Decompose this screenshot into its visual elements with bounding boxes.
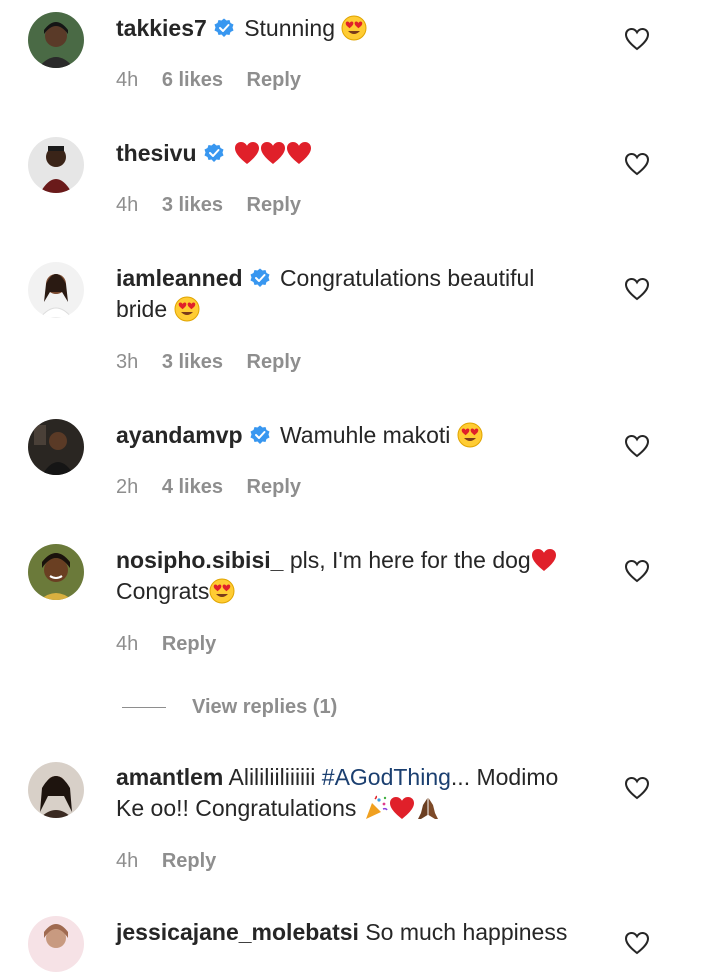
comment-time: 4h: [116, 69, 139, 91]
comment-username[interactable]: nosipho.sibisi_: [116, 547, 283, 573]
comment-body: thesivu: [116, 138, 586, 169]
avatar[interactable]: [28, 544, 84, 600]
comment-username[interactable]: takkies7: [116, 15, 207, 41]
red-heart-emoji-icon: [531, 547, 557, 573]
like-heart-icon[interactable]: [624, 559, 650, 583]
comment-username[interactable]: thesivu: [116, 140, 197, 166]
like-heart-icon[interactable]: [624, 277, 650, 301]
verified-badge-icon: [250, 268, 270, 288]
reply-button[interactable]: Reply: [162, 633, 216, 655]
view-replies-button[interactable]: View replies (1): [122, 694, 337, 720]
red-heart-emoji-icon: [234, 140, 260, 166]
comment-likes[interactable]: 4 likes: [162, 476, 223, 498]
reply-button[interactable]: Reply: [247, 351, 301, 373]
red-heart-emoji-icon: [260, 140, 286, 166]
heart-eyes-emoji-icon: [341, 15, 367, 41]
avatar[interactable]: [28, 762, 84, 818]
comment-body: takkies7 Stunning: [116, 13, 586, 44]
comment-meta: 4h Reply: [116, 849, 234, 873]
like-heart-icon[interactable]: [624, 931, 650, 955]
comment-meta: 4h 3 likes Reply: [116, 193, 319, 217]
comment-time: 3h: [116, 351, 139, 373]
comment-text-line2: Ke oo!! Congratulations: [116, 795, 357, 821]
comment-meta: 4h Reply: [116, 632, 234, 656]
avatar[interactable]: [28, 262, 84, 318]
comment-likes[interactable]: 3 likes: [162, 351, 223, 373]
comment-time: 4h: [116, 194, 139, 216]
comment-username[interactable]: ayandamvp: [116, 422, 243, 448]
comment-time: 4h: [116, 633, 139, 655]
comment-username[interactable]: jessicajane_molebatsi: [116, 919, 359, 945]
reply-button[interactable]: Reply: [247, 476, 301, 498]
verified-badge-icon: [214, 18, 234, 38]
heart-eyes-emoji-icon: [174, 296, 200, 322]
comment-text-line2: bride: [116, 296, 168, 322]
comment-text: Stunning: [244, 15, 336, 41]
like-heart-icon[interactable]: [624, 152, 650, 176]
heart-eyes-emoji-icon: [209, 578, 235, 604]
red-heart-emoji-icon: [286, 140, 312, 166]
hashtag-link[interactable]: #AGodThing: [322, 764, 451, 790]
comment-body: ayandamvp Wamuhle makoti: [116, 420, 586, 451]
red-heart-emoji-icon: [389, 795, 415, 821]
view-replies-divider: [122, 707, 166, 709]
comment-text: So much happiness: [365, 919, 568, 945]
avatar[interactable]: [28, 12, 84, 68]
comment-body: jessicajane_molebatsi So much happiness: [116, 917, 586, 948]
comment-body: nosipho.sibisi_ pls, I'm here for the do…: [116, 545, 586, 607]
comment-meta: 4h 6 likes Reply: [116, 68, 319, 92]
avatar[interactable]: [28, 137, 84, 193]
reply-button[interactable]: Reply: [247, 69, 301, 91]
comment-text: pls, I'm here for the dog: [289, 547, 531, 573]
party-popper-emoji-icon: [363, 795, 389, 821]
verified-badge-icon: [250, 425, 270, 445]
comment-time: 2h: [116, 476, 139, 498]
comment-username[interactable]: amantlem: [116, 764, 223, 790]
comment-meta: 3h 3 likes Reply: [116, 350, 319, 374]
heart-eyes-emoji-icon: [457, 422, 483, 448]
comment-text: Alililiiliiiiii: [228, 764, 316, 790]
like-heart-icon[interactable]: [624, 434, 650, 458]
comment-text: Wamuhle makoti: [279, 422, 451, 448]
folded-hands-emoji-icon: [415, 795, 441, 821]
comment-likes[interactable]: 3 likes: [162, 194, 223, 216]
comment-username[interactable]: iamleanned: [116, 265, 243, 291]
reply-button[interactable]: Reply: [162, 850, 216, 872]
comment-likes[interactable]: 6 likes: [162, 69, 223, 91]
avatar[interactable]: [28, 419, 84, 475]
avatar[interactable]: [28, 916, 84, 972]
comment-text-continued: ... Modimo: [450, 764, 559, 790]
comment-text-line2: Congrats: [116, 578, 210, 604]
verified-badge-icon: [204, 143, 224, 163]
comment-meta: 2h 4 likes Reply: [116, 475, 319, 499]
reply-button[interactable]: Reply: [247, 194, 301, 216]
comment-body: amantlem Alililiiliiiiii #AGodThing... M…: [116, 762, 586, 824]
comment-time: 4h: [116, 850, 139, 872]
comment-text: Congratulations beautiful: [279, 265, 535, 291]
view-replies-label[interactable]: View replies (1): [192, 696, 337, 718]
like-heart-icon[interactable]: [624, 27, 650, 51]
like-heart-icon[interactable]: [624, 776, 650, 800]
comment-body: iamleanned Congratulations beautiful bri…: [116, 263, 586, 325]
